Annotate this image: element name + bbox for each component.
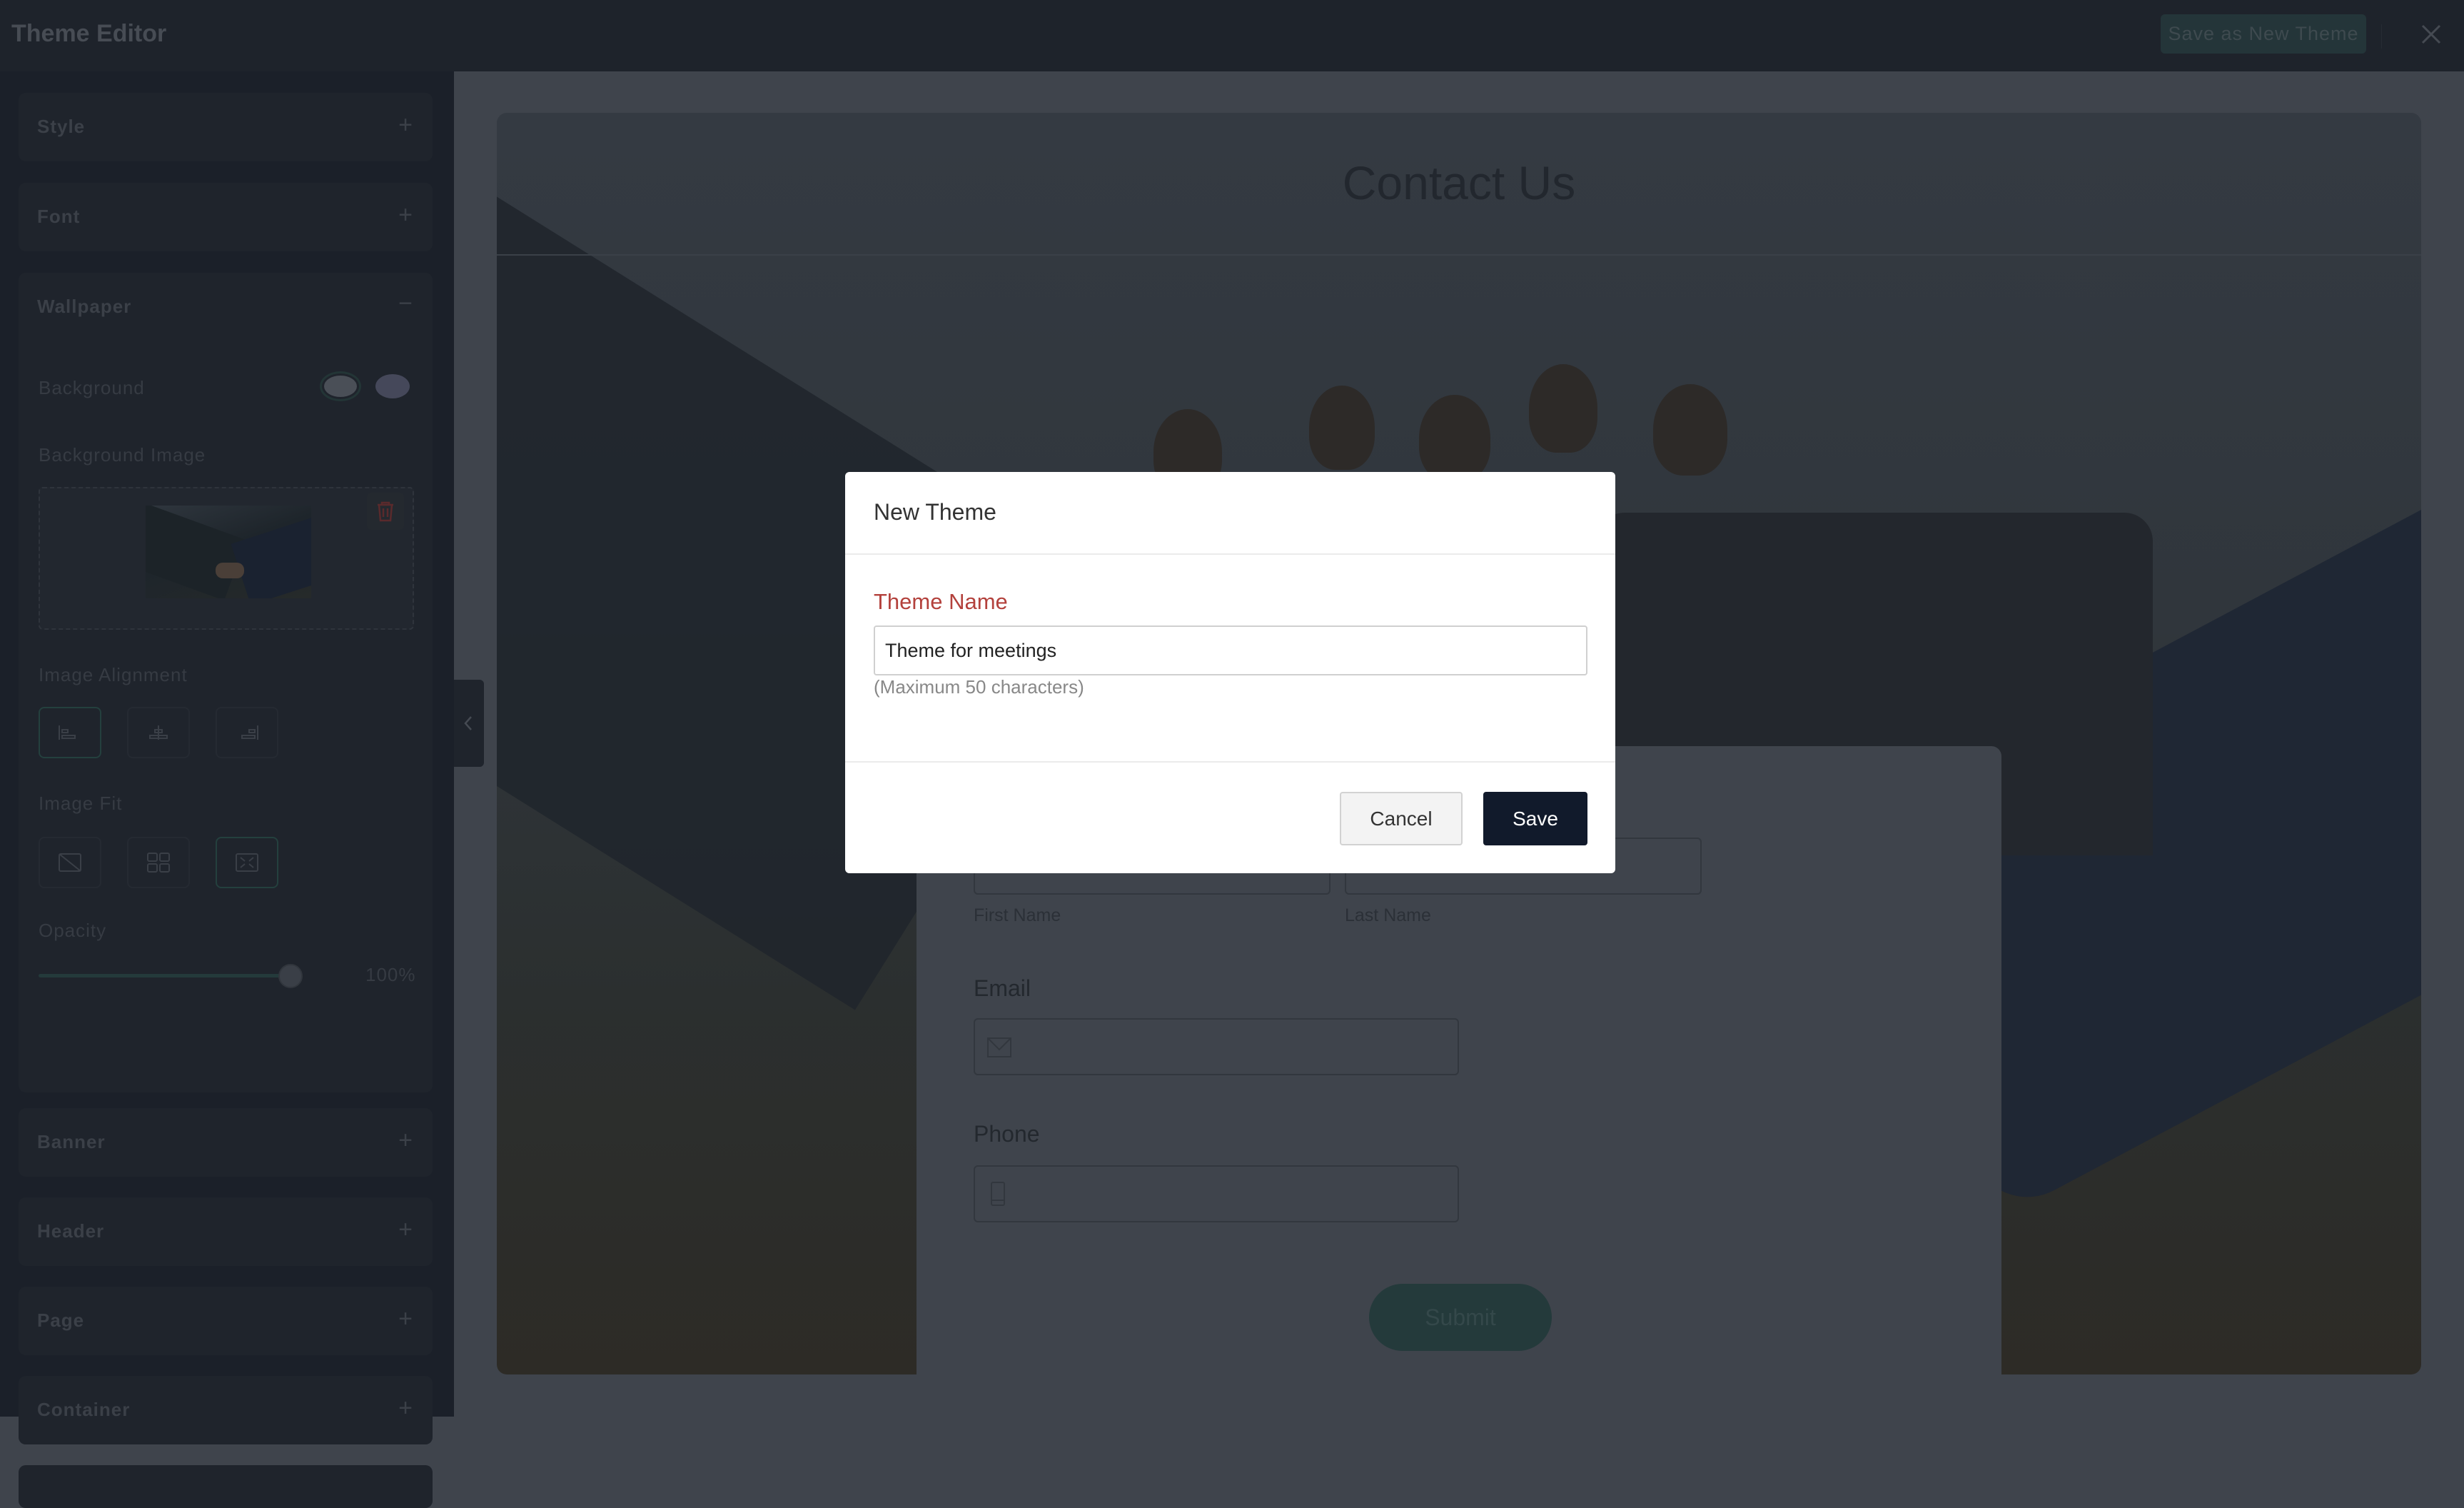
dialog-title: New Theme: [874, 499, 996, 525]
person: [1419, 395, 1490, 482]
top-bar: Theme Editor Save as New Theme: [0, 0, 2464, 71]
save-button[interactable]: Save: [1483, 792, 1587, 845]
fit-cover-button[interactable]: [216, 837, 278, 888]
divider: [2381, 24, 2382, 49]
save-as-new-theme-button[interactable]: Save as New Theme: [2161, 14, 2366, 54]
last-name-label: Last Name: [1345, 905, 1431, 925]
divider: [845, 553, 1615, 555]
opacity-slider-handle[interactable]: [278, 964, 303, 988]
page-title: Contact Us: [1342, 156, 1576, 209]
fit-tile-button[interactable]: [127, 837, 190, 888]
section-label: Page: [37, 1310, 85, 1331]
person: [1529, 364, 1597, 453]
theme-name-input[interactable]: [874, 625, 1587, 675]
section-label: Header: [37, 1220, 105, 1242]
sidebar: Style + Font + Wallpaper − Background Ba…: [0, 71, 454, 1508]
minus-icon[interactable]: −: [398, 290, 413, 318]
email-input[interactable]: [974, 1018, 1459, 1075]
section-header[interactable]: Header +: [19, 1197, 433, 1266]
align-center-icon: [149, 725, 168, 740]
align-right-button[interactable]: [216, 707, 278, 758]
phone-icon: [991, 1182, 1005, 1206]
new-theme-dialog: New Theme Theme Name (Maximum 50 charact…: [845, 472, 1615, 873]
section-style[interactable]: Style +: [19, 93, 433, 161]
submit-button[interactable]: Submit: [1369, 1284, 1552, 1351]
plus-icon[interactable]: +: [398, 111, 413, 139]
expand-icon: [236, 853, 258, 872]
section-font[interactable]: Font +: [19, 183, 433, 251]
background-label: Background: [39, 377, 145, 398]
section-label[interactable]: Wallpaper: [37, 296, 131, 318]
no-fit-icon: [59, 853, 81, 872]
person: [1653, 384, 1727, 476]
section-label: Style: [37, 116, 86, 137]
close-icon[interactable]: [2418, 21, 2444, 47]
section-label: Container: [37, 1399, 131, 1420]
trash-icon: [378, 501, 393, 522]
image-alignment-label: Image Alignment: [39, 664, 188, 685]
background-image-dropzone[interactable]: [39, 487, 414, 630]
align-left-icon: [59, 725, 76, 740]
section-label: Banner: [37, 1131, 106, 1152]
title-divider: [497, 254, 2421, 256]
fit-none-button[interactable]: [39, 837, 101, 888]
delete-image-button[interactable]: [367, 493, 404, 530]
mail-icon: [987, 1037, 1011, 1057]
app-title: Theme Editor: [11, 20, 167, 47]
person: [1309, 386, 1375, 470]
opacity-slider[interactable]: [39, 974, 293, 977]
plus-icon[interactable]: +: [398, 1305, 413, 1333]
plus-icon[interactable]: +: [398, 1394, 413, 1422]
plus-icon[interactable]: +: [398, 1127, 413, 1155]
theme-name-hint: (Maximum 50 characters): [874, 676, 1084, 698]
email-label: Email: [974, 975, 1031, 1001]
align-left-button[interactable]: [39, 707, 101, 758]
section-more[interactable]: [19, 1465, 433, 1508]
section-page[interactable]: Page +: [19, 1287, 433, 1355]
align-center-button[interactable]: [127, 707, 190, 758]
cancel-button[interactable]: Cancel: [1340, 792, 1463, 845]
background-image-thumbnail: [146, 506, 311, 598]
background-swatch-2[interactable]: [375, 374, 410, 398]
opacity-value: 100%: [365, 964, 416, 985]
phone-label: Phone: [974, 1121, 1040, 1147]
background-swatch-1[interactable]: [320, 371, 361, 401]
background-image-label: Background Image: [39, 444, 206, 466]
section-banner[interactable]: Banner +: [19, 1108, 433, 1177]
tile-icon: [147, 853, 170, 873]
section-container[interactable]: Container +: [19, 1376, 433, 1444]
phone-input[interactable]: [974, 1165, 1459, 1222]
plus-icon[interactable]: +: [398, 201, 413, 229]
divider: [845, 761, 1615, 763]
section-label: Font: [37, 206, 81, 227]
align-right-icon: [241, 725, 258, 740]
chevron-left-icon: [464, 716, 472, 730]
first-name-label: First Name: [974, 905, 1061, 925]
opacity-label: Opacity: [39, 920, 107, 941]
image-fit-label: Image Fit: [39, 793, 123, 814]
collapse-sidebar-button[interactable]: [454, 680, 484, 767]
plus-icon[interactable]: +: [398, 1216, 413, 1244]
theme-name-label: Theme Name: [874, 589, 1008, 614]
